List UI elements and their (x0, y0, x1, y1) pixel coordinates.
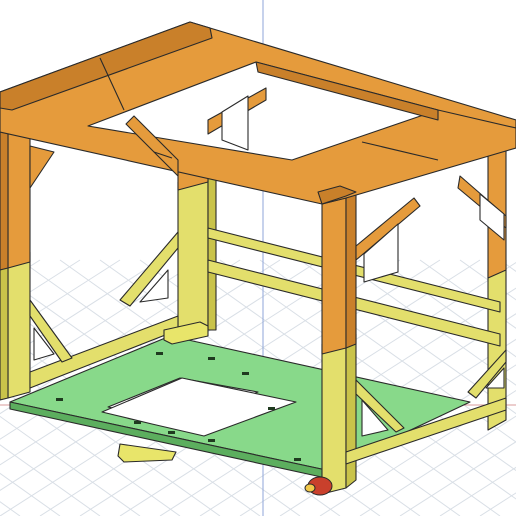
3d-viewport[interactable] (0, 0, 516, 516)
viewport-canvas[interactable] (0, 0, 516, 516)
adjustment-knob[interactable] (304, 476, 333, 496)
front-tab[interactable] (117, 443, 177, 463)
upper-frame[interactable] (0, 21, 516, 355)
